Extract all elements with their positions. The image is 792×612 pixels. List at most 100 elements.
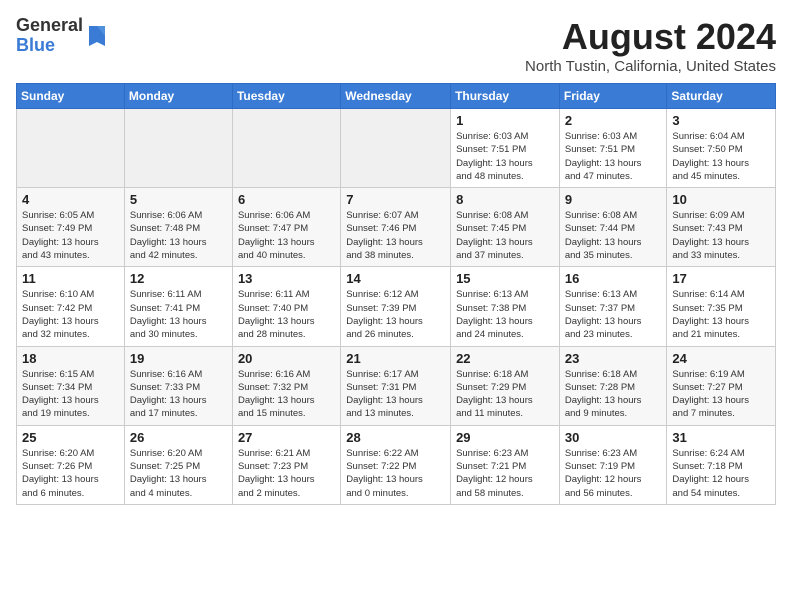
location: North Tustin, California, United States bbox=[525, 58, 776, 75]
day-number: 10 bbox=[672, 192, 770, 207]
day-info: Sunrise: 6:22 AM Sunset: 7:22 PM Dayligh… bbox=[346, 447, 445, 500]
calendar-week-1: 1Sunrise: 6:03 AM Sunset: 7:51 PM Daylig… bbox=[17, 109, 776, 188]
day-number: 12 bbox=[130, 271, 227, 286]
day-info: Sunrise: 6:23 AM Sunset: 7:19 PM Dayligh… bbox=[565, 447, 662, 500]
day-info: Sunrise: 6:03 AM Sunset: 7:51 PM Dayligh… bbox=[456, 130, 554, 183]
day-number: 15 bbox=[456, 271, 554, 286]
day-number: 20 bbox=[238, 351, 335, 366]
calendar-table: SundayMondayTuesdayWednesdayThursdayFrid… bbox=[16, 83, 776, 505]
day-info: Sunrise: 6:07 AM Sunset: 7:46 PM Dayligh… bbox=[346, 209, 445, 262]
day-info: Sunrise: 6:10 AM Sunset: 7:42 PM Dayligh… bbox=[22, 288, 119, 341]
day-info: Sunrise: 6:17 AM Sunset: 7:31 PM Dayligh… bbox=[346, 368, 445, 421]
calendar-cell: 28 Sunrise: 6:22 AM Sunset: 7:22 PM Dayli… bbox=[341, 425, 451, 504]
calendar-cell: 16 Sunrise: 6:13 AM Sunset: 7:37 PM Dayli… bbox=[559, 267, 667, 346]
calendar-cell: 26 Sunrise: 6:20 AM Sunset: 7:25 PM Dayli… bbox=[124, 425, 232, 504]
day-number: 23 bbox=[565, 351, 662, 366]
day-info: Sunrise: 6:23 AM Sunset: 7:21 PM Dayligh… bbox=[456, 447, 554, 500]
logo: General Blue bbox=[16, 16, 109, 56]
calendar-cell: 2Sunrise: 6:03 AM Sunset: 7:51 PM Daylig… bbox=[559, 109, 667, 188]
calendar-cell bbox=[232, 109, 340, 188]
calendar-cell: 19Sunrise: 6:16 AM Sunset: 7:33 PM Dayli… bbox=[124, 346, 232, 425]
day-info: Sunrise: 6:20 AM Sunset: 7:26 PM Dayligh… bbox=[22, 447, 119, 500]
day-info: Sunrise: 6:21 AM Sunset: 7:23 PM Dayligh… bbox=[238, 447, 335, 500]
day-info: Sunrise: 6:03 AM Sunset: 7:51 PM Dayligh… bbox=[565, 130, 662, 183]
day-number: 5 bbox=[130, 192, 227, 207]
logo-general: General bbox=[16, 15, 83, 35]
day-info: Sunrise: 6:20 AM Sunset: 7:25 PM Dayligh… bbox=[130, 447, 227, 500]
day-number: 26 bbox=[130, 430, 227, 445]
calendar-cell: 3Sunrise: 6:04 AM Sunset: 7:50 PM Daylig… bbox=[667, 109, 776, 188]
calendar-cell: 7 Sunrise: 6:07 AM Sunset: 7:46 PM Daylig… bbox=[341, 188, 451, 267]
calendar-cell bbox=[341, 109, 451, 188]
day-number: 9 bbox=[565, 192, 662, 207]
day-info: Sunrise: 6:19 AM Sunset: 7:27 PM Dayligh… bbox=[672, 368, 770, 421]
calendar-cell: 17Sunrise: 6:14 AM Sunset: 7:35 PM Dayli… bbox=[667, 267, 776, 346]
day-number: 28 bbox=[346, 430, 445, 445]
weekday-header-tuesday: Tuesday bbox=[232, 84, 340, 109]
calendar-cell: 15 Sunrise: 6:13 AM Sunset: 7:38 PM Dayli… bbox=[451, 267, 560, 346]
calendar-cell: 22 Sunrise: 6:18 AM Sunset: 7:29 PM Dayli… bbox=[451, 346, 560, 425]
day-info: Sunrise: 6:15 AM Sunset: 7:34 PM Dayligh… bbox=[22, 368, 119, 421]
weekday-header-friday: Friday bbox=[559, 84, 667, 109]
day-number: 30 bbox=[565, 430, 662, 445]
day-number: 29 bbox=[456, 430, 554, 445]
calendar-body: 1Sunrise: 6:03 AM Sunset: 7:51 PM Daylig… bbox=[17, 109, 776, 505]
calendar-cell: 10 Sunrise: 6:09 AM Sunset: 7:43 PM Dayli… bbox=[667, 188, 776, 267]
day-info: Sunrise: 6:09 AM Sunset: 7:43 PM Dayligh… bbox=[672, 209, 770, 262]
day-number: 17 bbox=[672, 271, 770, 286]
calendar-header: SundayMondayTuesdayWednesdayThursdayFrid… bbox=[17, 84, 776, 109]
calendar-cell bbox=[124, 109, 232, 188]
calendar-cell: 14Sunrise: 6:12 AM Sunset: 7:39 PM Dayli… bbox=[341, 267, 451, 346]
day-info: Sunrise: 6:13 AM Sunset: 7:38 PM Dayligh… bbox=[456, 288, 554, 341]
calendar-week-4: 18 Sunrise: 6:15 AM Sunset: 7:34 PM Dayli… bbox=[17, 346, 776, 425]
calendar-cell: 29 Sunrise: 6:23 AM Sunset: 7:21 PM Dayli… bbox=[451, 425, 560, 504]
day-info: Sunrise: 6:05 AM Sunset: 7:49 PM Dayligh… bbox=[22, 209, 119, 262]
day-info: Sunrise: 6:13 AM Sunset: 7:37 PM Dayligh… bbox=[565, 288, 662, 341]
day-info: Sunrise: 6:18 AM Sunset: 7:28 PM Dayligh… bbox=[565, 368, 662, 421]
day-info: Sunrise: 6:11 AM Sunset: 7:41 PM Dayligh… bbox=[130, 288, 227, 341]
calendar-cell: 4Sunrise: 6:05 AM Sunset: 7:49 PM Daylig… bbox=[17, 188, 125, 267]
day-number: 31 bbox=[672, 430, 770, 445]
calendar-week-2: 4Sunrise: 6:05 AM Sunset: 7:49 PM Daylig… bbox=[17, 188, 776, 267]
logo-blue: Blue bbox=[16, 35, 55, 55]
weekday-row: SundayMondayTuesdayWednesdayThursdayFrid… bbox=[17, 84, 776, 109]
day-number: 25 bbox=[22, 430, 119, 445]
day-number: 16 bbox=[565, 271, 662, 286]
calendar-cell: 8 Sunrise: 6:08 AM Sunset: 7:45 PM Daylig… bbox=[451, 188, 560, 267]
day-number: 6 bbox=[238, 192, 335, 207]
day-info: Sunrise: 6:08 AM Sunset: 7:45 PM Dayligh… bbox=[456, 209, 554, 262]
title-area: August 2024 North Tustin, California, Un… bbox=[525, 16, 776, 75]
day-number: 18 bbox=[22, 351, 119, 366]
calendar-cell: 11 Sunrise: 6:10 AM Sunset: 7:42 PM Dayli… bbox=[17, 267, 125, 346]
logo-icon bbox=[85, 22, 109, 50]
day-number: 13 bbox=[238, 271, 335, 286]
calendar-cell: 21 Sunrise: 6:17 AM Sunset: 7:31 PM Dayli… bbox=[341, 346, 451, 425]
day-info: Sunrise: 6:18 AM Sunset: 7:29 PM Dayligh… bbox=[456, 368, 554, 421]
day-info: Sunrise: 6:24 AM Sunset: 7:18 PM Dayligh… bbox=[672, 447, 770, 500]
calendar-cell: 23 Sunrise: 6:18 AM Sunset: 7:28 PM Dayli… bbox=[559, 346, 667, 425]
day-info: Sunrise: 6:06 AM Sunset: 7:48 PM Dayligh… bbox=[130, 209, 227, 262]
month-year: August 2024 bbox=[525, 16, 776, 58]
weekday-header-thursday: Thursday bbox=[451, 84, 560, 109]
day-number: 22 bbox=[456, 351, 554, 366]
day-info: Sunrise: 6:16 AM Sunset: 7:32 PM Dayligh… bbox=[238, 368, 335, 421]
weekday-header-wednesday: Wednesday bbox=[341, 84, 451, 109]
calendar-cell: 18 Sunrise: 6:15 AM Sunset: 7:34 PM Dayli… bbox=[17, 346, 125, 425]
day-number: 11 bbox=[22, 271, 119, 286]
calendar-cell: 24 Sunrise: 6:19 AM Sunset: 7:27 PM Dayli… bbox=[667, 346, 776, 425]
calendar-week-3: 11 Sunrise: 6:10 AM Sunset: 7:42 PM Dayli… bbox=[17, 267, 776, 346]
calendar-cell: 5 Sunrise: 6:06 AM Sunset: 7:48 PM Daylig… bbox=[124, 188, 232, 267]
calendar-cell: 25 Sunrise: 6:20 AM Sunset: 7:26 PM Dayli… bbox=[17, 425, 125, 504]
day-number: 24 bbox=[672, 351, 770, 366]
day-number: 8 bbox=[456, 192, 554, 207]
day-info: Sunrise: 6:11 AM Sunset: 7:40 PM Dayligh… bbox=[238, 288, 335, 341]
calendar-cell: 9Sunrise: 6:08 AM Sunset: 7:44 PM Daylig… bbox=[559, 188, 667, 267]
calendar-cell: 13 Sunrise: 6:11 AM Sunset: 7:40 PM Dayli… bbox=[232, 267, 340, 346]
weekday-header-saturday: Saturday bbox=[667, 84, 776, 109]
weekday-header-monday: Monday bbox=[124, 84, 232, 109]
day-info: Sunrise: 6:06 AM Sunset: 7:47 PM Dayligh… bbox=[238, 209, 335, 262]
calendar-cell: 20 Sunrise: 6:16 AM Sunset: 7:32 PM Dayli… bbox=[232, 346, 340, 425]
day-number: 21 bbox=[346, 351, 445, 366]
day-info: Sunrise: 6:16 AM Sunset: 7:33 PM Dayligh… bbox=[130, 368, 227, 421]
day-number: 7 bbox=[346, 192, 445, 207]
